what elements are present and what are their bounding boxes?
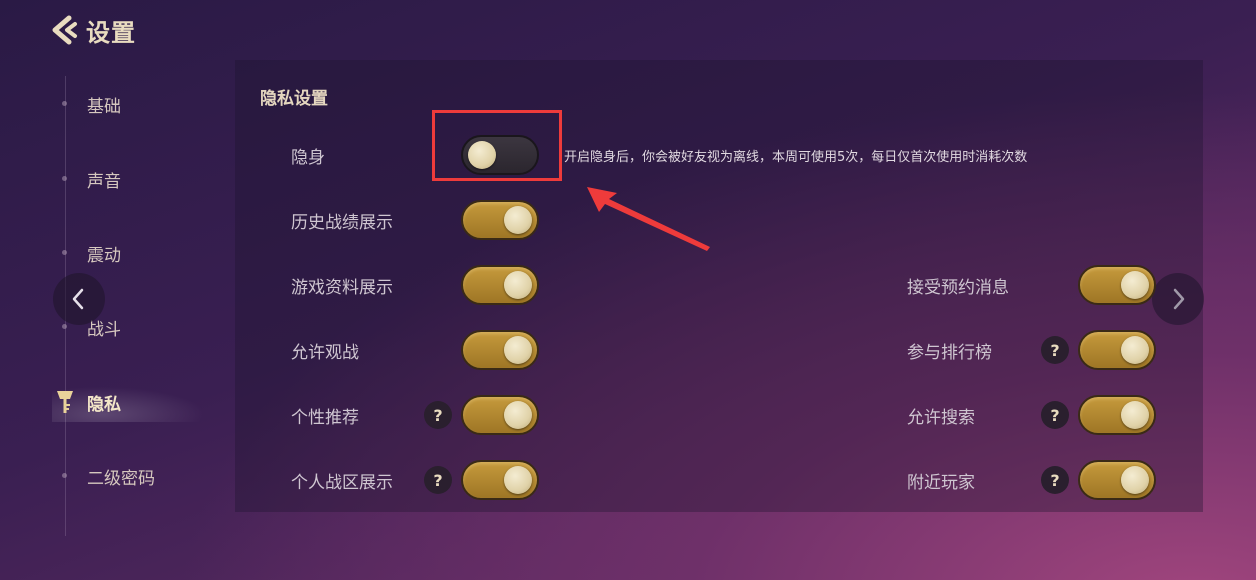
toggle-knob [504,336,532,364]
accept-appointment-label: 接受预约消息 [907,278,1009,298]
bullet-icon [62,324,67,329]
stealth-description: 开启隐身后，你会被好友视为离线，本周可使用5次，每日仅首次使用时消耗次数 [564,150,1028,165]
privacy-settings-panel: 隐私设置 隐身 历史战绩展示 游戏资料展示 允许观战 个性推荐 ? 个人战区展示… [235,60,1203,512]
sidebar-item-label: 声音 [87,171,121,192]
leaderboard-label: 参与排行榜 [907,343,992,363]
sidebar-item-vibration[interactable]: 震动 [52,233,222,273]
toggle-knob [504,206,532,234]
sidebar-item-label: 震动 [87,245,121,266]
sidebar-item-basic[interactable]: 基础 [52,84,222,124]
toggle-knob [504,466,532,494]
help-button[interactable]: ? [424,401,452,429]
allow-spectate-toggle[interactable] [461,330,539,370]
accept-appointment-toggle[interactable] [1078,265,1156,305]
toggle-knob [504,401,532,429]
annotation-highlight-box [432,110,562,181]
annotation-arrow-icon [587,187,710,251]
help-button[interactable]: ? [424,466,452,494]
personal-zone-label: 个人战区展示 [291,473,393,493]
bullet-icon [62,250,67,255]
sidebar-item-sound[interactable]: 声音 [52,159,222,199]
nearby-players-toggle[interactable] [1078,460,1156,500]
previous-page-button[interactable] [53,273,105,325]
personal-recommend-toggle[interactable] [461,395,539,435]
help-button[interactable]: ? [1041,336,1069,364]
game-profile-label: 游戏资料展示 [291,278,393,298]
toggle-knob [1121,336,1149,364]
allow-search-toggle[interactable] [1078,395,1156,435]
key-icon [55,389,75,415]
sidebar-item-label: 隐私 [87,394,121,415]
sidebar-item-secondary-password[interactable]: 二级密码 [52,456,222,496]
back-arrow-icon[interactable] [48,14,80,46]
bullet-icon [62,176,67,181]
leaderboard-toggle[interactable] [1078,330,1156,370]
history-record-label: 历史战绩展示 [291,213,393,233]
section-title: 隐私设置 [260,89,328,109]
help-button[interactable]: ? [1041,466,1069,494]
sidebar-item-label: 二级密码 [87,468,155,489]
nearby-players-label: 附近玩家 [907,473,975,493]
top-bar: 设置 [48,10,136,50]
toggle-knob [1121,466,1149,494]
toggle-knob [1121,401,1149,429]
page-title: 设置 [86,18,136,47]
history-record-toggle[interactable] [461,200,539,240]
bullet-icon [62,473,67,478]
toggle-knob [1121,271,1149,299]
personal-zone-toggle[interactable] [461,460,539,500]
settings-sidebar: 基础 声音 震动 战斗 隐私 二级密码 [0,66,222,546]
sidebar-item-privacy[interactable]: 隐私 [52,382,222,422]
sidebar-item-label: 基础 [87,96,121,117]
game-profile-toggle[interactable] [461,265,539,305]
bullet-icon [62,101,67,106]
toggle-knob [504,271,532,299]
allow-search-label: 允许搜索 [907,408,975,428]
chevron-left-icon [72,288,84,310]
personal-recommend-label: 个性推荐 [291,408,359,428]
stealth-label: 隐身 [291,148,325,168]
help-button[interactable]: ? [1041,401,1069,429]
allow-spectate-label: 允许观战 [291,343,359,363]
